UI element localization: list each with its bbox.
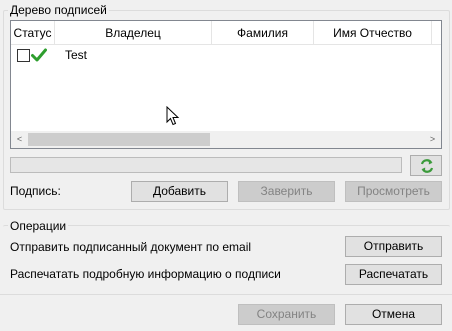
email-description: Отправить подписанный документ по email <box>10 240 252 254</box>
column-owner[interactable]: Владелец <box>55 21 212 45</box>
refresh-button[interactable] <box>410 155 442 176</box>
print-description: Распечатать подробную информацию о подпи… <box>10 267 281 281</box>
signature-list[interactable]: Статус Владелец Фамилия Имя Отчество Tes… <box>10 20 442 149</box>
row-checkbox[interactable] <box>17 49 30 62</box>
list-header: Статус Владелец Фамилия Имя Отчество <box>11 21 441 45</box>
print-button[interactable]: Распечатать <box>345 264 442 285</box>
add-button[interactable]: Добавить <box>131 181 228 202</box>
view-button[interactable]: Просмотреть <box>345 181 442 202</box>
send-button[interactable]: Отправить <box>345 236 442 257</box>
progress-bar <box>10 157 402 173</box>
horizontal-scrollbar[interactable]: < > <box>11 131 441 148</box>
signature-tree-title: Дерево подписей <box>8 3 109 17</box>
certify-button[interactable]: Заверить <box>238 181 335 202</box>
refresh-icon <box>420 159 434 173</box>
column-name-patronymic[interactable]: Имя Отчество <box>314 21 432 45</box>
scroll-thumb[interactable] <box>28 133 210 146</box>
scroll-right-button[interactable]: > <box>424 131 441 148</box>
row-owner: Test <box>65 48 88 62</box>
column-surname[interactable]: Фамилия <box>212 21 314 45</box>
cancel-button[interactable]: Отмена <box>345 304 442 325</box>
green-checkmark-icon <box>31 48 47 62</box>
save-button[interactable]: Сохранить <box>238 304 335 325</box>
column-status[interactable]: Статус <box>11 21 55 45</box>
mouse-pointer-icon <box>166 106 180 126</box>
list-item[interactable]: Test <box>11 46 441 64</box>
signature-label: Подпись: <box>10 184 61 198</box>
scroll-left-button[interactable]: < <box>11 131 28 148</box>
footer-divider <box>0 294 452 295</box>
operations-title: Операции <box>8 219 69 233</box>
